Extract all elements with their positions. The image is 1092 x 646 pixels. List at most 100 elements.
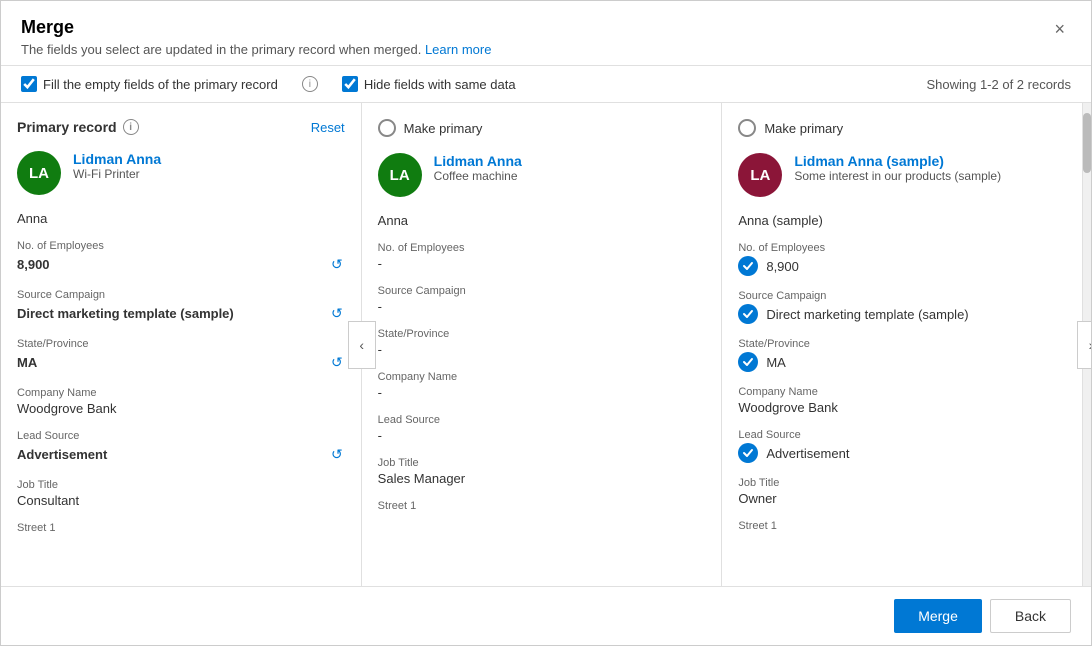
- second-field-source-campaign: Source Campaign -: [378, 285, 706, 314]
- second-field-state-value: -: [378, 342, 706, 357]
- second-record-desc: Coffee machine: [434, 169, 522, 183]
- primary-field-lead-source-value: Advertisement: [17, 447, 107, 462]
- info-icon[interactable]: i: [302, 76, 318, 92]
- primary-field-employees: No. of Employees 8,900 ↺: [17, 240, 345, 275]
- third-avatar: LA: [738, 153, 782, 197]
- third-field-source-campaign-label: Source Campaign: [738, 290, 1066, 302]
- third-check-employees[interactable]: [738, 256, 758, 276]
- third-field-job-title-value: Owner: [738, 491, 1066, 506]
- left-nav-arrow[interactable]: ‹: [348, 321, 376, 369]
- third-field-source-campaign-row: Direct marketing template (sample): [738, 304, 1066, 324]
- primary-field-employees-label: No. of Employees: [17, 240, 345, 252]
- second-column-header: Make primary: [378, 119, 706, 137]
- dialog-footer: Merge Back: [1, 586, 1091, 645]
- column-second: Make primary LA Lidman Anna Coffee machi…: [362, 103, 723, 586]
- third-firstname: Anna (sample): [738, 213, 1066, 228]
- third-field-source-campaign: Source Campaign Direct marketing templat…: [738, 290, 1066, 324]
- dialog-subtitle: The fields you select are updated in the…: [21, 42, 491, 57]
- primary-field-job-title-value: Consultant: [17, 493, 345, 508]
- primary-field-state-label: State/Province: [17, 338, 345, 350]
- hide-same-checkbox-label[interactable]: Hide fields with same data: [342, 76, 516, 92]
- third-field-job-title: Job Title Owner: [738, 477, 1066, 506]
- second-radio[interactable]: [378, 119, 396, 137]
- header-content: Merge The fields you select are updated …: [21, 17, 491, 57]
- merge-dialog: Merge The fields you select are updated …: [0, 0, 1092, 646]
- second-field-job-title: Job Title Sales Manager: [378, 457, 706, 486]
- third-record-card: LA Lidman Anna (sample) Some interest in…: [738, 153, 1066, 197]
- column-third: Make primary LA Lidman Anna (sample) Som…: [722, 103, 1083, 586]
- scrollbar-thumb[interactable]: [1083, 113, 1091, 173]
- primary-field-lead-source-row: Advertisement ↺: [17, 444, 345, 465]
- third-record-name: Lidman Anna (sample): [794, 153, 1001, 169]
- primary-field-state-row: MA ↺: [17, 352, 345, 373]
- second-field-company-label: Company Name: [378, 371, 706, 383]
- third-field-lead-source-row: Advertisement: [738, 443, 1066, 463]
- third-check-state[interactable]: [738, 352, 758, 372]
- second-field-employees-value: -: [378, 256, 706, 271]
- primary-field-source-campaign-value: Direct marketing template (sample): [17, 306, 234, 321]
- third-field-employees-label: No. of Employees: [738, 242, 1066, 254]
- primary-field-company-value: Woodgrove Bank: [17, 401, 345, 416]
- fill-empty-checkbox-label[interactable]: Fill the empty fields of the primary rec…: [21, 76, 278, 92]
- fill-empty-checkbox[interactable]: [21, 76, 37, 92]
- third-field-company-value: Woodgrove Bank: [738, 400, 1066, 415]
- second-record-info: Lidman Anna Coffee machine: [434, 153, 522, 183]
- third-field-street1-label: Street 1: [738, 520, 1066, 532]
- merge-button[interactable]: Merge: [894, 599, 982, 633]
- hide-same-label: Hide fields with same data: [364, 77, 516, 92]
- back-button[interactable]: Back: [990, 599, 1071, 633]
- reset-link[interactable]: Reset: [311, 120, 345, 135]
- primary-field-company: Company Name Woodgrove Bank: [17, 387, 345, 416]
- third-record-desc: Some interest in our products (sample): [794, 169, 1001, 183]
- second-field-lead-source-label: Lead Source: [378, 414, 706, 426]
- third-field-company-label: Company Name: [738, 386, 1066, 398]
- second-field-company: Company Name -: [378, 371, 706, 400]
- third-field-employees-row: 8,900: [738, 256, 1066, 276]
- third-field-street1: Street 1: [738, 520, 1066, 532]
- primary-record-card: LA Lidman Anna Wi-Fi Printer: [17, 151, 345, 195]
- primary-field-employees-row: 8,900 ↺: [17, 254, 345, 275]
- dialog-header: Merge The fields you select are updated …: [1, 1, 1091, 66]
- primary-undo-state[interactable]: ↺: [329, 352, 345, 373]
- primary-undo-lead-source[interactable]: ↺: [329, 444, 345, 465]
- primary-info-icon[interactable]: i: [123, 119, 139, 135]
- subtitle-text: The fields you select are updated in the…: [21, 42, 421, 57]
- second-field-street1: Street 1: [378, 500, 706, 512]
- close-button[interactable]: ×: [1048, 17, 1071, 42]
- second-field-job-title-value: Sales Manager: [378, 471, 706, 486]
- primary-field-company-label: Company Name: [17, 387, 345, 399]
- third-field-state-value: MA: [766, 355, 786, 370]
- primary-field-lead-source-label: Lead Source: [17, 430, 345, 442]
- third-field-lead-source-label: Lead Source: [738, 429, 1066, 441]
- primary-field-source-campaign-label: Source Campaign: [17, 289, 345, 301]
- third-field-company: Company Name Woodgrove Bank: [738, 386, 1066, 415]
- dialog-title: Merge: [21, 17, 491, 38]
- third-field-state: State/Province MA: [738, 338, 1066, 372]
- options-bar: Fill the empty fields of the primary rec…: [1, 66, 1091, 103]
- primary-field-lead-source: Lead Source Advertisement ↺: [17, 430, 345, 465]
- right-nav-arrow[interactable]: ›: [1077, 321, 1091, 369]
- learn-more-link[interactable]: Learn more: [425, 42, 491, 57]
- primary-field-source-campaign: Source Campaign Direct marketing templat…: [17, 289, 345, 324]
- second-header-label: Make primary: [404, 121, 483, 136]
- second-field-source-campaign-value: -: [378, 299, 706, 314]
- second-record-name: Lidman Anna: [434, 153, 522, 169]
- second-field-employees: No. of Employees -: [378, 242, 706, 271]
- second-field-state: State/Province -: [378, 328, 706, 357]
- third-check-lead-source[interactable]: [738, 443, 758, 463]
- third-radio[interactable]: [738, 119, 756, 137]
- second-field-source-campaign-label: Source Campaign: [378, 285, 706, 297]
- second-field-job-title-label: Job Title: [378, 457, 706, 469]
- third-column-header: Make primary: [738, 119, 1066, 137]
- second-field-lead-source-value: -: [378, 428, 706, 443]
- hide-same-checkbox[interactable]: [342, 76, 358, 92]
- primary-field-state: State/Province MA ↺: [17, 338, 345, 373]
- third-header-label: Make primary: [764, 121, 843, 136]
- primary-firstname: Anna: [17, 211, 345, 226]
- fill-empty-label: Fill the empty fields of the primary rec…: [43, 77, 278, 92]
- showing-count: Showing 1-2 of 2 records: [926, 77, 1071, 92]
- primary-undo-source-campaign[interactable]: ↺: [329, 303, 345, 324]
- third-check-source-campaign[interactable]: [738, 304, 758, 324]
- columns-wrapper: Primary record i Reset LA Lidman Anna Wi…: [1, 103, 1091, 586]
- primary-undo-employees[interactable]: ↺: [329, 254, 345, 275]
